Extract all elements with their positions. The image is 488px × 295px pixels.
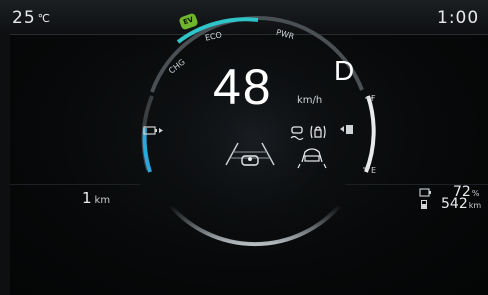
speed-value: 48	[213, 59, 273, 115]
fuel-range-unit: km	[468, 201, 482, 210]
fuel-empty-label: E	[371, 166, 377, 175]
fuel-percent-icon	[419, 188, 431, 197]
fuel-full-label: F	[371, 94, 376, 103]
fuel-range-value: 542	[441, 196, 468, 212]
trip-distance-value: 1	[82, 189, 92, 207]
gear-indicator: D	[334, 55, 355, 86]
speed-unit: km/h	[297, 95, 323, 106]
trip-distance-unit: km	[94, 195, 111, 206]
power-gauge	[140, 16, 431, 255]
fuel-range-icon	[421, 200, 427, 209]
fuel-range: 542km	[441, 196, 481, 212]
trip-distance: 1 km	[82, 189, 110, 207]
